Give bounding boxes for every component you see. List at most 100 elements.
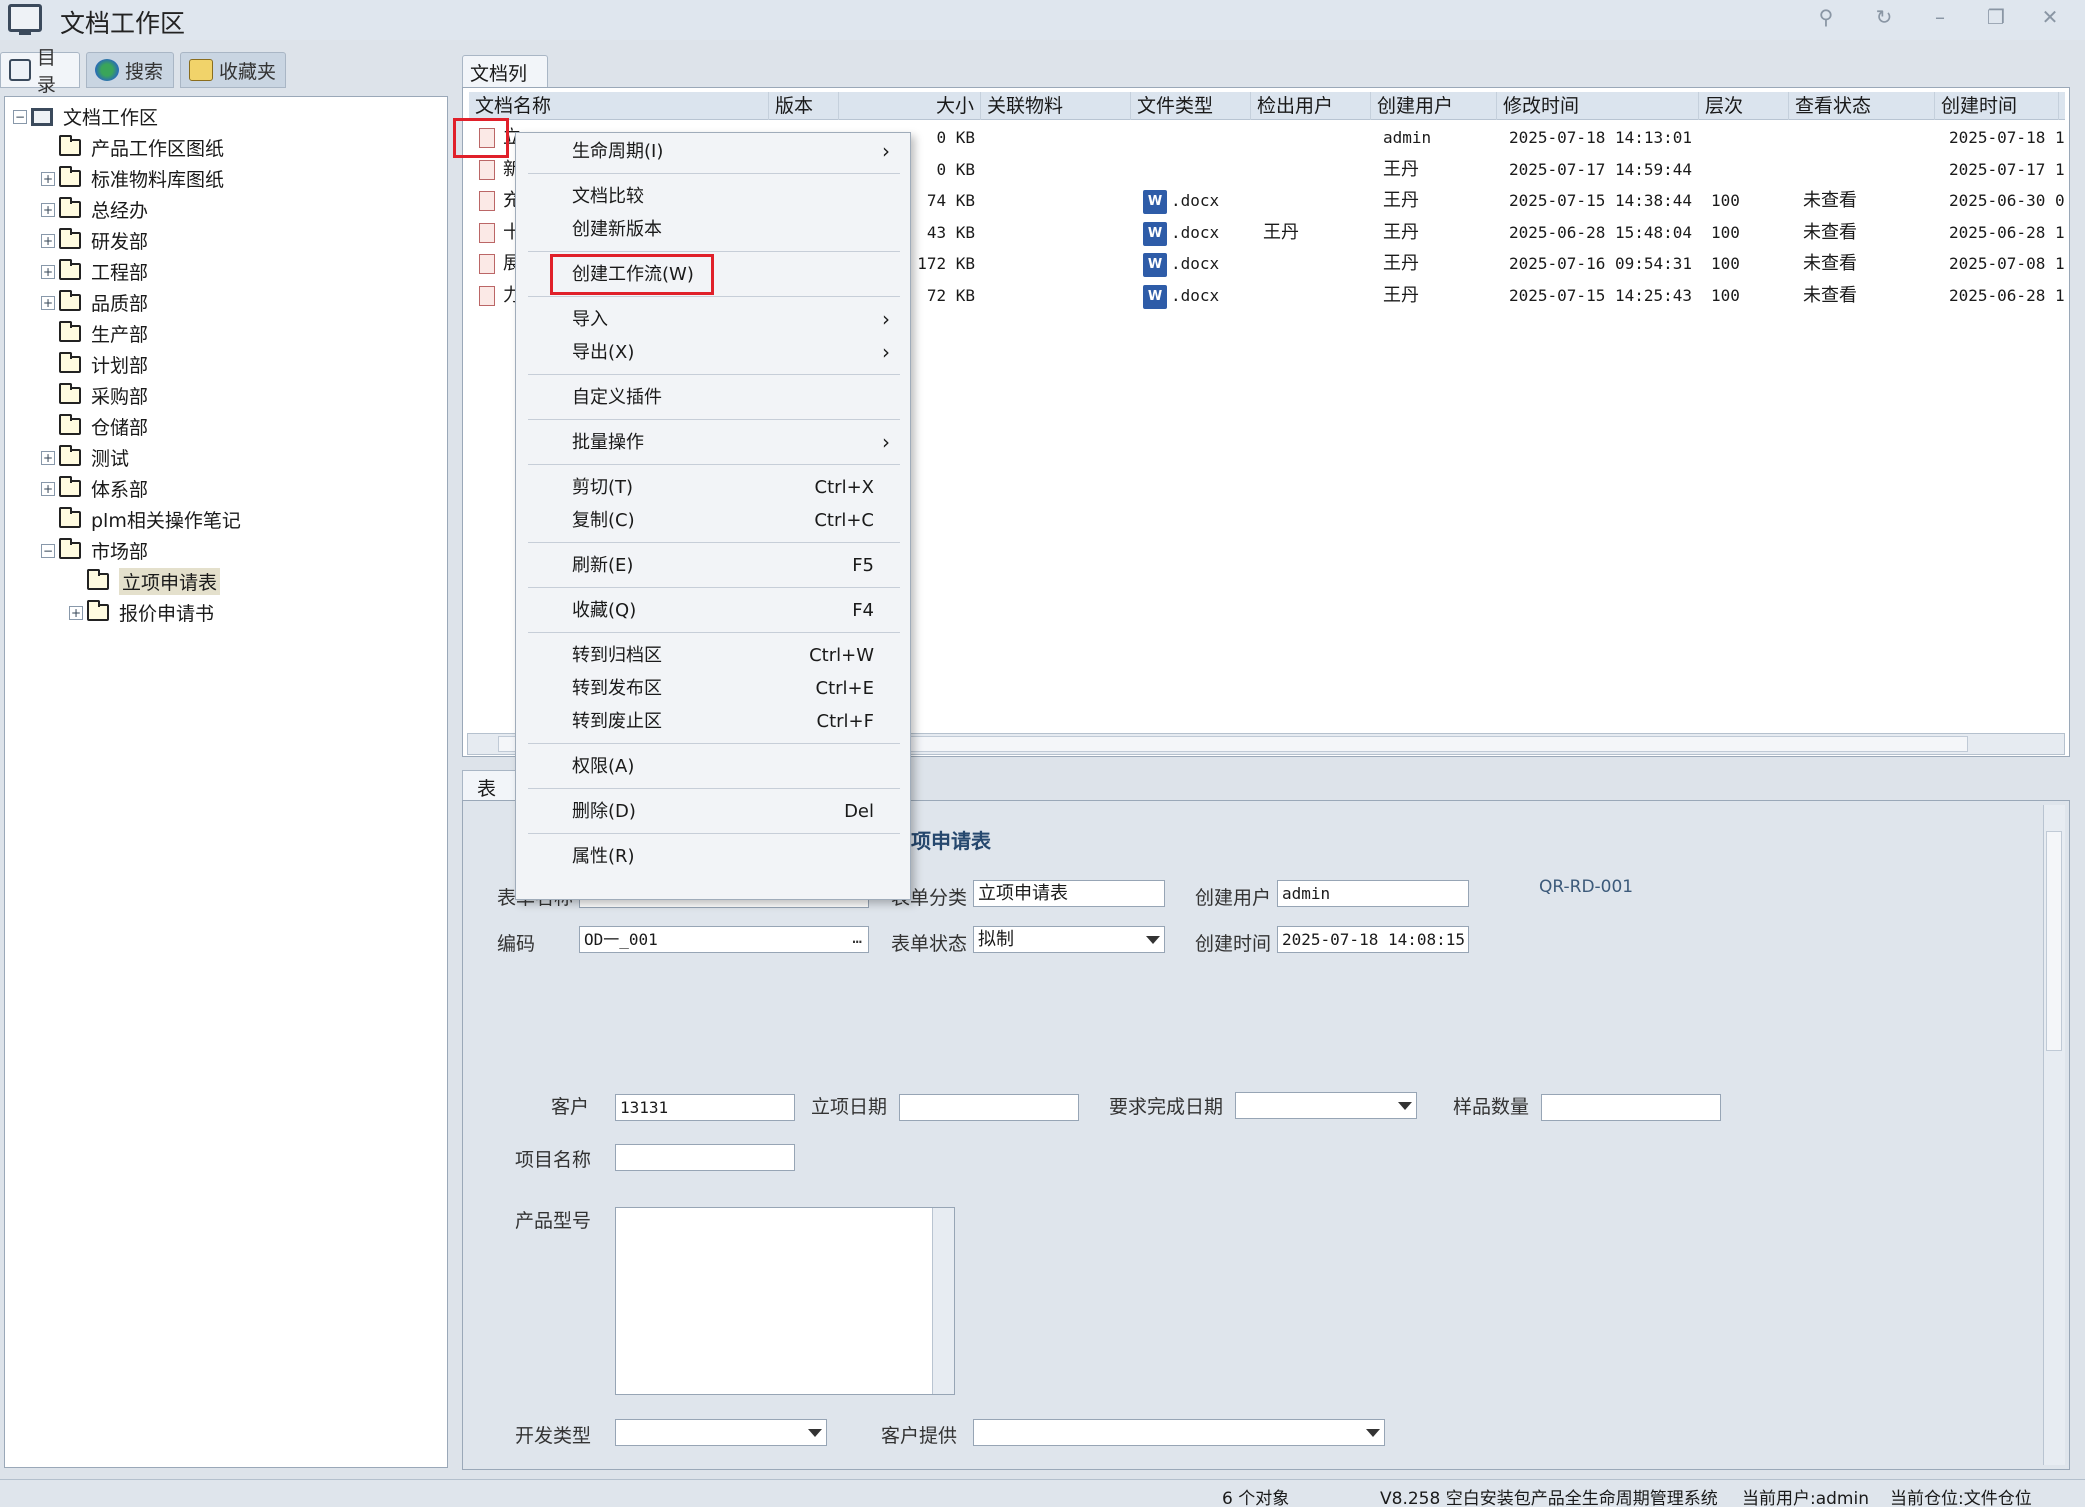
close-button[interactable]: ✕ (2030, 2, 2070, 32)
menu-separator (528, 788, 900, 789)
sample-qty-input[interactable] (1541, 1094, 1721, 1121)
expand-icon[interactable]: + (69, 605, 83, 620)
tree-child-item[interactable]: + 报价申请书 (5, 597, 447, 628)
expand-icon[interactable]: + (41, 295, 55, 310)
tree-item[interactable]: 生产部 (5, 318, 447, 349)
textarea-scrollbar[interactable] (932, 1208, 954, 1394)
menu-item[interactable]: 导入 › (516, 303, 912, 336)
menu-item[interactable]: 转到归档区 Ctrl+W (516, 639, 912, 672)
tree-item[interactable]: − 市场部 (5, 535, 447, 566)
column-header[interactable]: 查看状态 (1789, 92, 1935, 120)
column-header[interactable]: 检出用户 (1251, 92, 1371, 120)
menu-item[interactable]: 生命周期(I) › (516, 135, 912, 168)
status-select[interactable]: 拟制 (973, 926, 1165, 953)
category-input[interactable]: 立项申请表 (973, 880, 1165, 907)
project-date-input[interactable] (899, 1094, 1079, 1121)
dropdown-arrow-icon[interactable] (1146, 936, 1160, 944)
window-search-icon[interactable]: ⚲ (1806, 2, 1846, 32)
menu-item[interactable]: 文档比较 (516, 180, 912, 213)
dropdown-arrow-icon[interactable] (1398, 1102, 1412, 1110)
cell-level: 100 (1711, 191, 1740, 210)
cell-modified: 2025-07-17 14:59:44 (1509, 159, 1693, 179)
menu-item[interactable]: 创建工作流(W) (516, 254, 912, 295)
menu-item[interactable]: 转到废止区 Ctrl+F (516, 705, 912, 738)
column-header[interactable]: 文件类型 (1131, 92, 1251, 120)
menu-item[interactable]: 属性(R) (516, 840, 912, 873)
expand-icon[interactable]: + (41, 171, 55, 186)
project-date-label: 立项日期 (811, 1096, 888, 1118)
menu-item[interactable]: 收藏(Q) F4 (516, 594, 912, 627)
column-header[interactable]: 层次 (1699, 92, 1789, 120)
menu-item[interactable]: 删除(D) Del (516, 795, 912, 828)
menu-item[interactable]: 剪切(T) Ctrl+X (516, 471, 912, 504)
menu-item-label: 转到发布区 (572, 678, 662, 699)
tree-item[interactable]: + 品质部 (5, 287, 447, 318)
column-header[interactable]: 版本 (769, 92, 839, 120)
menu-item[interactable]: 创建新版本 (516, 213, 912, 246)
project-name-input[interactable] (615, 1144, 795, 1171)
restore-button[interactable]: ❐ (1976, 2, 2016, 32)
menu-item[interactable]: 刷新(E) F5 (516, 549, 912, 582)
tree-root-label: 文档工作区 (63, 107, 159, 129)
created-input[interactable]: 2025-07-18 14:08:15 (1277, 926, 1469, 953)
expand-icon[interactable]: + (41, 202, 55, 217)
expand-icon[interactable]: + (41, 264, 55, 279)
column-header[interactable]: 关联物料 (981, 92, 1131, 120)
menu-item[interactable]: 批量操作 › (516, 426, 912, 459)
menu-separator (528, 173, 900, 174)
tab-form[interactable]: 表单 (462, 770, 522, 827)
creator-input[interactable]: admin (1277, 880, 1469, 907)
tree-item[interactable]: 采购部 (5, 380, 447, 411)
column-header[interactable]: 大小 (839, 92, 981, 120)
tree-item-label: 品质部 (91, 293, 149, 315)
ellipsis-icon[interactable]: … (852, 925, 862, 950)
minimize-button[interactable]: – (1920, 2, 1960, 32)
menu-item[interactable]: 导出(X) › (516, 336, 912, 369)
tree-item[interactable]: plm相关操作笔记 (5, 504, 447, 535)
tab-favorites[interactable]: 收藏夹 (180, 52, 286, 88)
tree-item[interactable]: 产品工作区图纸 (5, 132, 447, 163)
customer-input[interactable]: 13131 (615, 1094, 795, 1121)
menu-item-label: 删除(D) (572, 801, 636, 822)
scrollbar-thumb[interactable] (2046, 831, 2062, 1051)
column-header[interactable]: 创建用户 (1371, 92, 1497, 120)
form-vertical-scrollbar[interactable] (2043, 805, 2065, 1465)
tree-item[interactable]: + 研发部 (5, 225, 447, 256)
collapse-icon[interactable]: − (41, 543, 55, 558)
tree-item-label: 体系部 (91, 479, 149, 501)
collapse-icon[interactable]: − (13, 109, 27, 124)
expand-icon[interactable]: + (41, 233, 55, 248)
tree-item[interactable]: + 测试 (5, 442, 447, 473)
created-label: 创建时间 (1195, 933, 1272, 955)
tree-item[interactable]: + 工程部 (5, 256, 447, 287)
menu-item[interactable]: 复制(C) Ctrl+C (516, 504, 912, 537)
customer-supply-select[interactable] (973, 1419, 1385, 1446)
tree-child-item[interactable]: 立项申请表 (5, 566, 447, 597)
tree-item[interactable]: + 总经办 (5, 194, 447, 225)
column-header[interactable]: 创建时间 (1935, 92, 2059, 120)
tab-document-list[interactable]: 文档列表 (462, 55, 548, 112)
dropdown-arrow-icon[interactable] (808, 1429, 822, 1437)
expand-icon[interactable]: + (41, 450, 55, 465)
dev-type-select[interactable] (615, 1419, 827, 1446)
tree-item-label: 研发部 (91, 231, 149, 253)
due-date-select[interactable] (1235, 1092, 1417, 1119)
menu-item[interactable]: 权限(A) (516, 750, 912, 783)
menu-item[interactable]: 自定义插件 (516, 381, 912, 414)
code-input[interactable]: OD一_001 … (579, 926, 869, 953)
window-refresh-icon[interactable]: ↻ (1864, 2, 1904, 32)
folder-icon (59, 352, 81, 373)
tree-item[interactable]: + 体系部 (5, 473, 447, 504)
column-header[interactable]: 修改时间 (1497, 92, 1699, 120)
tree-item[interactable]: 仓储部 (5, 411, 447, 442)
dropdown-arrow-icon[interactable] (1366, 1429, 1380, 1437)
tab-search[interactable]: 搜索 (86, 52, 174, 88)
model-textarea[interactable] (615, 1207, 955, 1395)
expand-icon[interactable]: + (41, 481, 55, 496)
tree-item[interactable]: 计划部 (5, 349, 447, 380)
tree-root[interactable]: − 文档工作区 (5, 101, 447, 132)
column-header[interactable]: 文档名称 (469, 92, 769, 120)
tree-item[interactable]: + 标准物料库图纸 (5, 163, 447, 194)
tab-directory[interactable]: 目录 (0, 47, 80, 96)
menu-item[interactable]: 转到发布区 Ctrl+E (516, 672, 912, 705)
